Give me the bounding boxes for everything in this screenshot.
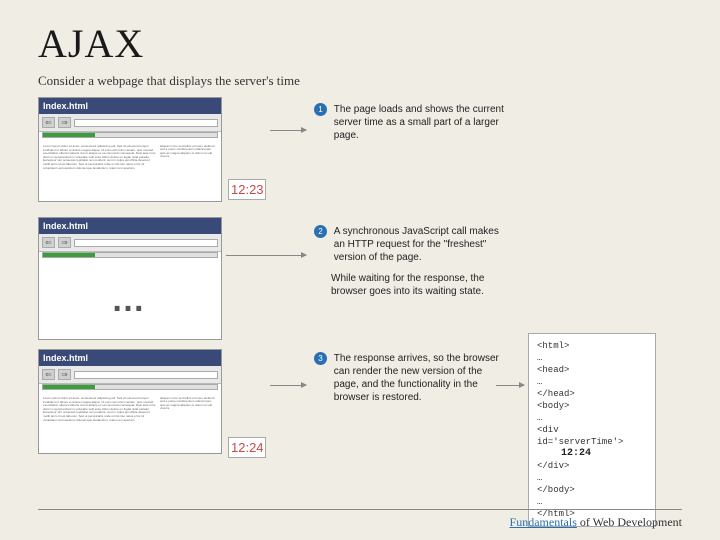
forward-button[interactable]: ⇒ [58, 117, 71, 128]
code-line: … [537, 412, 647, 424]
progress-bar [42, 132, 218, 138]
footer-divider [38, 509, 682, 510]
callout-text-1: The page loads and shows the current ser… [334, 103, 509, 142]
browser-toolbar: ⇐ ⇒ [39, 234, 221, 252]
page-content: Lorem ipsum dolor sit amet, consectetur … [39, 141, 221, 201]
lorem-text: Lorem ipsum dolor sit amet, consectetur … [43, 145, 157, 197]
subtitle: Consider a webpage that displays the ser… [38, 73, 682, 89]
page-title: AJAX [38, 20, 682, 67]
arrow-1 [270, 130, 306, 131]
back-button[interactable]: ⇐ [42, 117, 55, 128]
code-time-value: 12:24 [561, 448, 647, 460]
footer-label-b: of Web Development [577, 515, 682, 529]
callout-text-3: The response arrives, so the browser can… [334, 352, 509, 404]
code-line: … [537, 376, 647, 388]
page-content: Lorem ipsum dolor sit amet, consectetur … [39, 393, 221, 453]
browser-toolbar: ⇐ ⇒ [39, 114, 221, 132]
back-button[interactable]: ⇐ [42, 237, 55, 248]
arrow-2 [226, 255, 306, 256]
callout-1: 1 The page loads and shows the current s… [314, 103, 514, 142]
code-line: <html> [537, 340, 647, 352]
code-line: </div> [537, 460, 647, 472]
code-line: <head> [537, 364, 647, 376]
forward-button[interactable]: ⇒ [58, 237, 71, 248]
progress-bar [42, 384, 218, 390]
waiting-ellipsis: … [111, 281, 149, 320]
progress-bar [42, 252, 218, 258]
code-line: </head> [537, 388, 647, 400]
footer-label-a: Fundamentals [510, 515, 577, 529]
side-text: aliquam nunc sed tellus et lorem eleifen… [160, 145, 217, 159]
code-line: <body> [537, 400, 647, 412]
code-line: </body> [537, 484, 647, 496]
time-display-2: 12:24 [228, 437, 266, 458]
address-bar[interactable] [74, 239, 218, 247]
callout-3: 3 The response arrives, so the browser c… [314, 352, 514, 404]
callout-text-2: A synchronous JavaScript call makes an H… [334, 225, 509, 264]
forward-button[interactable]: ⇒ [58, 369, 71, 380]
diagram-container: Index.html ⇐ ⇒ Lorem ipsum dolor sit ame… [38, 97, 678, 497]
window-titlebar: Index.html [39, 218, 221, 234]
callout-number-1: 1 [314, 103, 327, 116]
browser-window-1: Index.html ⇐ ⇒ Lorem ipsum dolor sit ame… [38, 97, 222, 202]
callout-2: 2 A synchronous JavaScript call makes an… [314, 225, 514, 298]
callout-number-3: 3 [314, 352, 327, 365]
browser-toolbar: ⇐ ⇒ [39, 366, 221, 384]
callout-number-2: 2 [314, 225, 327, 238]
browser-window-3: Index.html ⇐ ⇒ Lorem ipsum dolor sit ame… [38, 349, 222, 454]
callout-subtext-2: While waiting for the response, the brow… [331, 272, 506, 298]
sidebar: aliquam nunc sed tellus et lorem eleifen… [160, 397, 217, 449]
code-line: … [537, 352, 647, 364]
arrow-3 [270, 385, 306, 386]
address-bar[interactable] [74, 119, 218, 127]
sidebar: aliquam nunc sed tellus et lorem eleifen… [160, 145, 217, 197]
browser-window-2: Index.html ⇐ ⇒ … [38, 217, 222, 340]
address-bar[interactable] [74, 371, 218, 379]
footer-text: Fundamentals of Web Development [510, 515, 682, 530]
code-line: <div id='serverTime'> [537, 424, 647, 448]
window-titlebar: Index.html [39, 98, 221, 114]
page-waiting: … [39, 261, 221, 339]
back-button[interactable]: ⇐ [42, 369, 55, 380]
code-line: … [537, 496, 647, 508]
lorem-text: Lorem ipsum dolor sit amet, consectetur … [43, 397, 157, 449]
arrow-code [496, 385, 524, 386]
code-line: … [537, 472, 647, 484]
code-fragment: <html> … <head> … </head> <body> … <div … [528, 333, 656, 527]
time-display-1: 12:23 [228, 179, 266, 200]
window-titlebar: Index.html [39, 350, 221, 366]
side-text: aliquam nunc sed tellus et lorem eleifen… [160, 397, 217, 411]
